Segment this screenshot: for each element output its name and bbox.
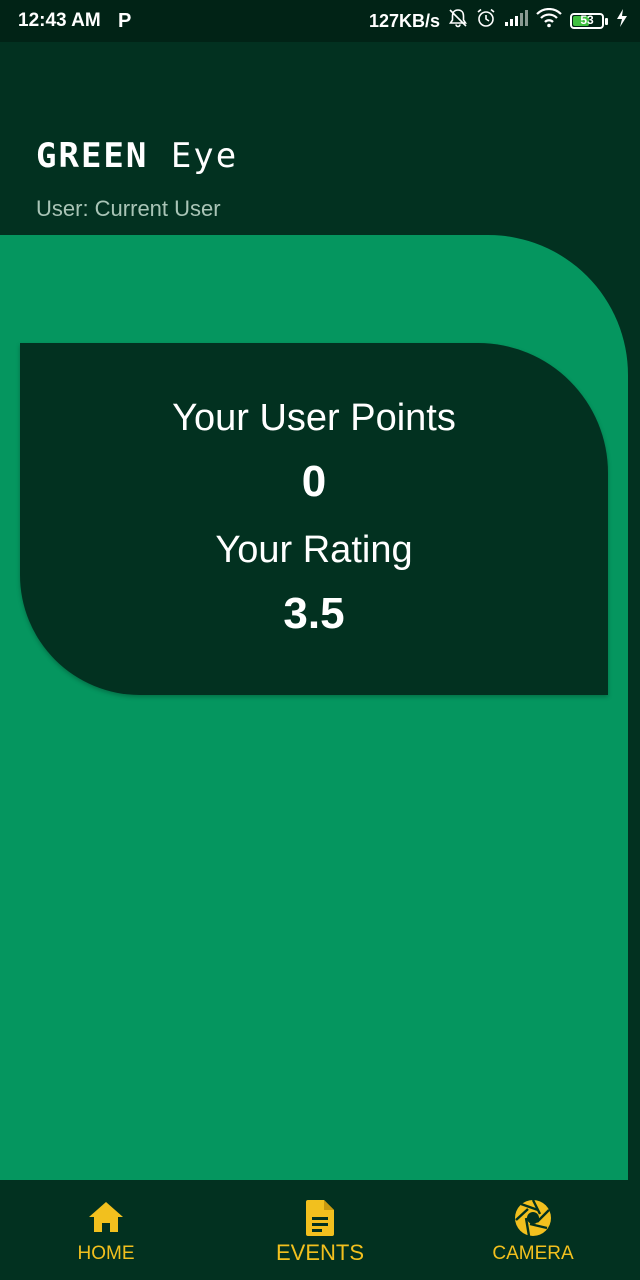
nav-camera-button[interactable]: CAMERA [478, 1180, 588, 1280]
bottom-nav: HOME EVENTS CAMERA [0, 1180, 640, 1280]
current-user-label: User: Current User [36, 196, 221, 221]
nav-home-button[interactable]: HOME [56, 1180, 156, 1280]
app-screen: 12:43 AM P 127KB/s 53 GREEN Eye User: Cu… [0, 0, 640, 1280]
nav-events-label: EVENTS [275, 1240, 365, 1265]
app-title-eye: Eye [148, 136, 239, 176]
app-title-green: GREEN [36, 136, 149, 176]
user-points-value: 0 [301, 457, 327, 506]
nav-camera-label: CAMERA [492, 1243, 574, 1264]
rating-value: 3.5 [283, 589, 345, 638]
rating-label: Your Rating [215, 529, 413, 571]
battery-icon: 53 [570, 13, 608, 29]
battery-tip [605, 17, 608, 25]
status-time: 12:43 AM [18, 10, 101, 31]
wifi-icon [536, 7, 562, 34]
app-title: GREEN Eye [36, 136, 238, 176]
notifications-off-icon [448, 8, 468, 34]
notification-p-icon: P [118, 10, 132, 32]
network-speed: 127KB/s [368, 10, 440, 31]
home-icon [89, 1202, 123, 1232]
camera-shutter-icon [515, 1199, 551, 1237]
document-icon [306, 1200, 334, 1236]
nav-home-label: HOME [77, 1243, 135, 1264]
battery-body: 53 [570, 13, 604, 29]
stats-card: Your User Points 0 Your Rating 3.5 [20, 343, 608, 695]
nav-events-button[interactable]: EVENTS [268, 1180, 372, 1280]
charging-icon [616, 8, 628, 34]
user-points-label: Your User Points [172, 397, 456, 439]
status-right-group: 127KB/s 53 [368, 7, 628, 34]
alarm-icon [476, 8, 496, 34]
status-bar: 12:43 AM P 127KB/s 53 [0, 0, 640, 42]
signal-icon [504, 9, 528, 33]
battery-level: 53 [580, 13, 594, 27]
